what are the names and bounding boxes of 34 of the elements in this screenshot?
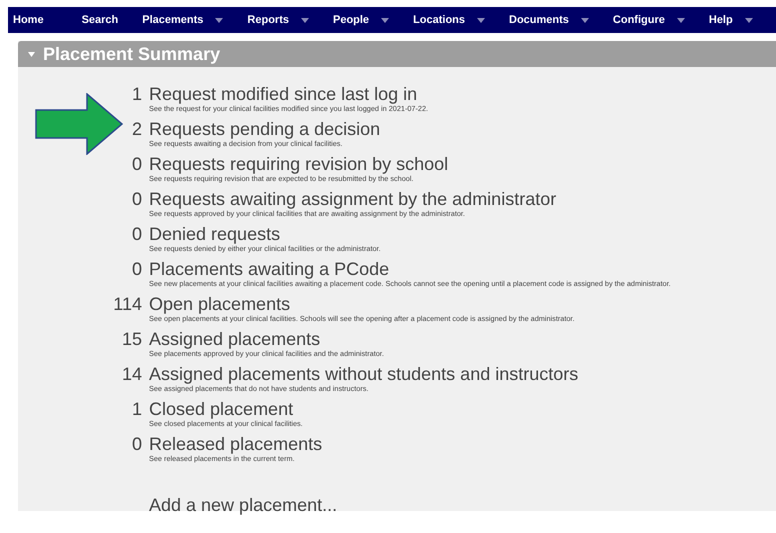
summary-link[interactable]: Open placements <box>149 294 574 314</box>
count-text: 2 <box>130 119 143 141</box>
count-text: 114 <box>112 294 143 316</box>
count-text: 0 <box>130 259 143 281</box>
nav-menu-item[interactable]: Documents <box>509 14 589 26</box>
count-text: 15 <box>120 329 143 351</box>
count-text: 0 <box>130 434 143 456</box>
summary-link[interactable]: Request modified since last log in <box>149 84 428 104</box>
nav-menu-item[interactable]: Search <box>82 14 118 26</box>
panel-title: Placement Summary <box>43 44 220 64</box>
nav-menu-item[interactable]: People <box>332 14 390 26</box>
summary-link[interactable]: Assigned placements without students and instructors <box>149 364 578 384</box>
arrow-icon <box>35 93 123 155</box>
add-placement-link[interactable]: Add a new placement... <box>149 495 338 515</box>
count-text: 14 <box>120 364 143 386</box>
nav-menu-item[interactable]: Locations <box>413 14 486 26</box>
count-text: 0 <box>130 224 143 246</box>
summary-link[interactable]: Requests pending a decision <box>149 119 380 139</box>
summary-link[interactable]: Requests awaiting assignment by the administrator <box>149 189 556 209</box>
count-text: 0 <box>130 189 143 211</box>
nav-menu-item[interactable]: Configure <box>612 14 685 26</box>
count-text: 0 <box>130 154 143 176</box>
summary-link[interactable]: Assigned placements <box>149 329 384 349</box>
nav-menu-item[interactable]: Home <box>13 14 44 26</box>
count-text: 1 <box>130 399 143 421</box>
nav-menu-item[interactable]: Placements <box>142 14 224 26</box>
summary-link[interactable]: Denied requests <box>149 224 381 244</box>
nav-menu-item[interactable]: Help <box>708 14 753 26</box>
summary-link[interactable]: Closed placement <box>149 399 303 419</box>
summary-link[interactable]: Released placements <box>149 434 322 454</box>
count-text: 1 <box>130 84 143 106</box>
nav-menu-item[interactable]: Reports <box>247 14 309 26</box>
summary-link[interactable]: Requests requiring revision by school <box>149 154 448 174</box>
summary-link[interactable]: Placements awaiting a PCode <box>149 259 671 279</box>
